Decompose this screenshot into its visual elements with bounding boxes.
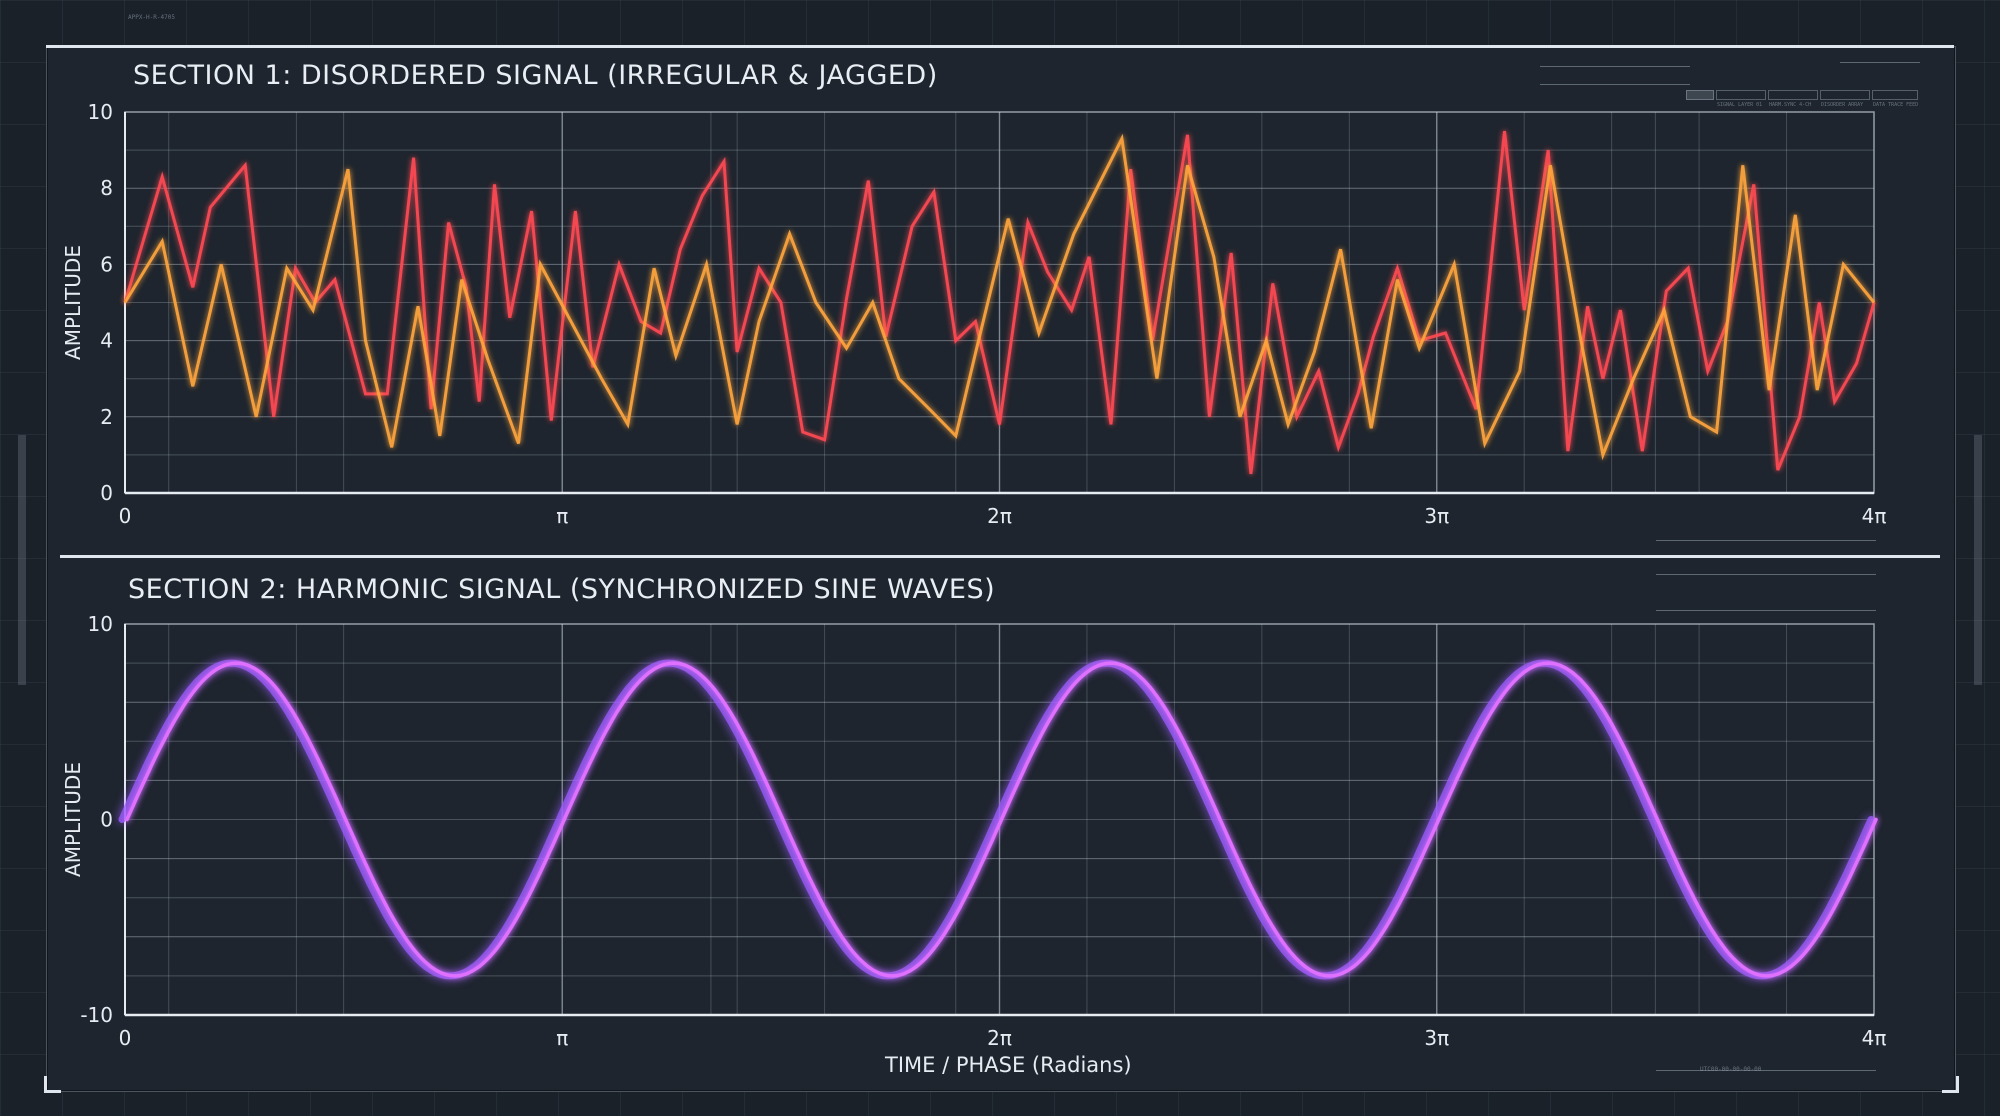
y-tick-label: 2 <box>100 405 113 429</box>
y-tick-label: 4 <box>100 329 113 353</box>
x-tick-label: 0 <box>119 1026 132 1050</box>
x-tick-label: π <box>556 1026 568 1050</box>
y-tick-label: 8 <box>100 176 113 200</box>
x-tick-label: 4π <box>1862 1026 1887 1050</box>
y-tick-label: -10 <box>80 1003 113 1027</box>
charts-canvas: 0 π 2π 3π 4π0246810AMPLITUDE 0 π 2π 3π 4π-10010A… <box>61 100 1886 1050</box>
chart-2-plot: 0 π 2π 3π 4π-10010AMPLITUDE <box>61 612 1886 1050</box>
x-tick-label: 2π <box>987 1026 1012 1050</box>
x-tick-label: 3π <box>1424 1026 1449 1050</box>
x-tick-label: 3π <box>1424 504 1449 528</box>
chart-1-plot: 0 π 2π 3π 4π 0 2 4 6 8 10 AMPLITUDE <box>61 100 1886 528</box>
y-tick-label: 10 <box>88 612 113 636</box>
x-tick-label: 2π <box>987 504 1012 528</box>
x-tick-label: 4π <box>1862 504 1887 528</box>
y-tick-label: 0 <box>100 481 113 505</box>
x-tick-label: π <box>556 504 568 528</box>
y-tick-label: 0 <box>100 808 113 832</box>
y-axis-label: AMPLITUDE <box>61 245 85 360</box>
y-tick-label: 6 <box>100 252 113 276</box>
y-tick-label: 10 <box>88 100 113 124</box>
y-axis-label: AMPLITUDE <box>61 762 85 877</box>
x-tick-label: 0 <box>119 504 132 528</box>
